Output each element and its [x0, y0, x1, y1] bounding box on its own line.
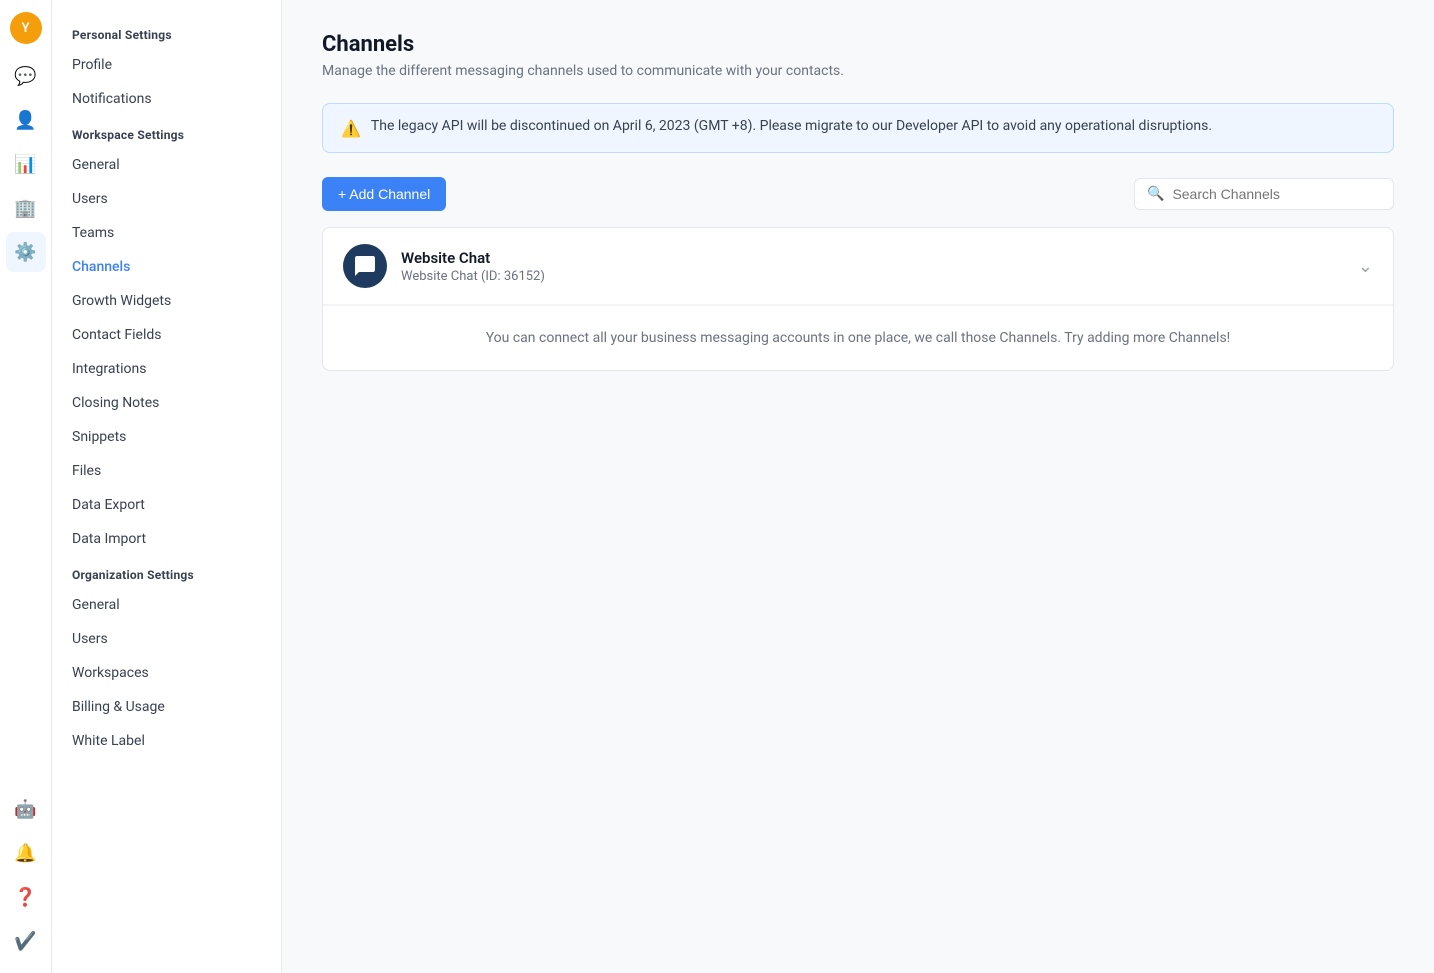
channel-info: Website Chat Website Chat (ID: 36152)	[401, 249, 1358, 284]
search-icon: 🔍	[1147, 186, 1164, 202]
search-wrapper: 🔍	[1134, 178, 1394, 210]
chevron-down-icon: ⌄	[1358, 256, 1373, 277]
page-title: Channels	[322, 32, 1394, 57]
channels-container: Website Chat Website Chat (ID: 36152) ⌄ …	[322, 227, 1394, 371]
channel-item[interactable]: Website Chat Website Chat (ID: 36152) ⌄	[323, 228, 1393, 305]
nav-ws-general[interactable]: General	[52, 148, 281, 182]
conversations-icon[interactable]: 💬	[6, 56, 46, 96]
settings-icon[interactable]: ⚙️	[6, 232, 46, 272]
channel-avatar	[343, 244, 387, 288]
nav-notifications[interactable]: Notifications	[52, 82, 281, 116]
nav-ws-integrations[interactable]: Integrations	[52, 352, 281, 386]
add-channel-label: + Add Channel	[338, 186, 430, 202]
reports-icon[interactable]: 📊	[6, 144, 46, 184]
nav-org-white-label[interactable]: White Label	[52, 724, 281, 758]
main-content: Channels Manage the different messaging …	[282, 0, 1434, 973]
page-subtitle: Manage the different messaging channels …	[322, 63, 1394, 79]
alert-text: The legacy API will be discontinued on A…	[371, 118, 1212, 134]
contacts-icon[interactable]: 👤	[6, 100, 46, 140]
alert-warning-icon: ⚠️	[341, 119, 361, 138]
nav-ws-contact-fields[interactable]: Contact Fields	[52, 318, 281, 352]
nav-org-billing[interactable]: Billing & Usage	[52, 690, 281, 724]
nav-org-workspaces[interactable]: Workspaces	[52, 656, 281, 690]
toolbar-row: + Add Channel 🔍	[322, 177, 1394, 211]
nav-org-general[interactable]: General	[52, 588, 281, 622]
nav-ws-data-export[interactable]: Data Export	[52, 488, 281, 522]
notifications-bell-icon[interactable]: 🔔	[6, 833, 46, 873]
help-icon[interactable]: ❓	[6, 877, 46, 917]
add-channel-button[interactable]: + Add Channel	[322, 177, 446, 211]
channel-id: Website Chat (ID: 36152)	[401, 269, 1358, 284]
nav-ws-snippets[interactable]: Snippets	[52, 420, 281, 454]
personal-settings-title: Personal Settings	[52, 16, 281, 48]
nav-ws-closing-notes[interactable]: Closing Notes	[52, 386, 281, 420]
avatar[interactable]: Y	[10, 12, 42, 44]
integrations-bot-icon[interactable]: 🤖	[6, 789, 46, 829]
search-input[interactable]	[1172, 186, 1381, 202]
nav-ws-growth-widgets[interactable]: Growth Widgets	[52, 284, 281, 318]
nav-ws-teams[interactable]: Teams	[52, 216, 281, 250]
nav-profile[interactable]: Profile	[52, 48, 281, 82]
organization-settings-title: Organization Settings	[52, 556, 281, 588]
nav-ws-files[interactable]: Files	[52, 454, 281, 488]
icon-sidebar: Y 💬 👤 📊 🏢 ⚙️ 🤖 🔔 ❓ ✔️	[0, 0, 52, 973]
team-icon[interactable]: 🏢	[6, 188, 46, 228]
nav-sidebar: Personal Settings Profile Notifications …	[52, 0, 282, 973]
nav-org-users[interactable]: Users	[52, 622, 281, 656]
nav-ws-users[interactable]: Users	[52, 182, 281, 216]
status-check-icon[interactable]: ✔️	[6, 921, 46, 961]
channel-name: Website Chat	[401, 249, 1358, 267]
nav-ws-data-import[interactable]: Data Import	[52, 522, 281, 556]
empty-hint: You can connect all your business messag…	[323, 305, 1393, 370]
nav-ws-channels[interactable]: Channels	[52, 250, 281, 284]
alert-banner: ⚠️ The legacy API will be discontinued o…	[322, 103, 1394, 153]
workspace-settings-title: Workspace Settings	[52, 116, 281, 148]
icon-sidebar-bottom: 🤖 🔔 ❓ ✔️	[6, 789, 46, 961]
